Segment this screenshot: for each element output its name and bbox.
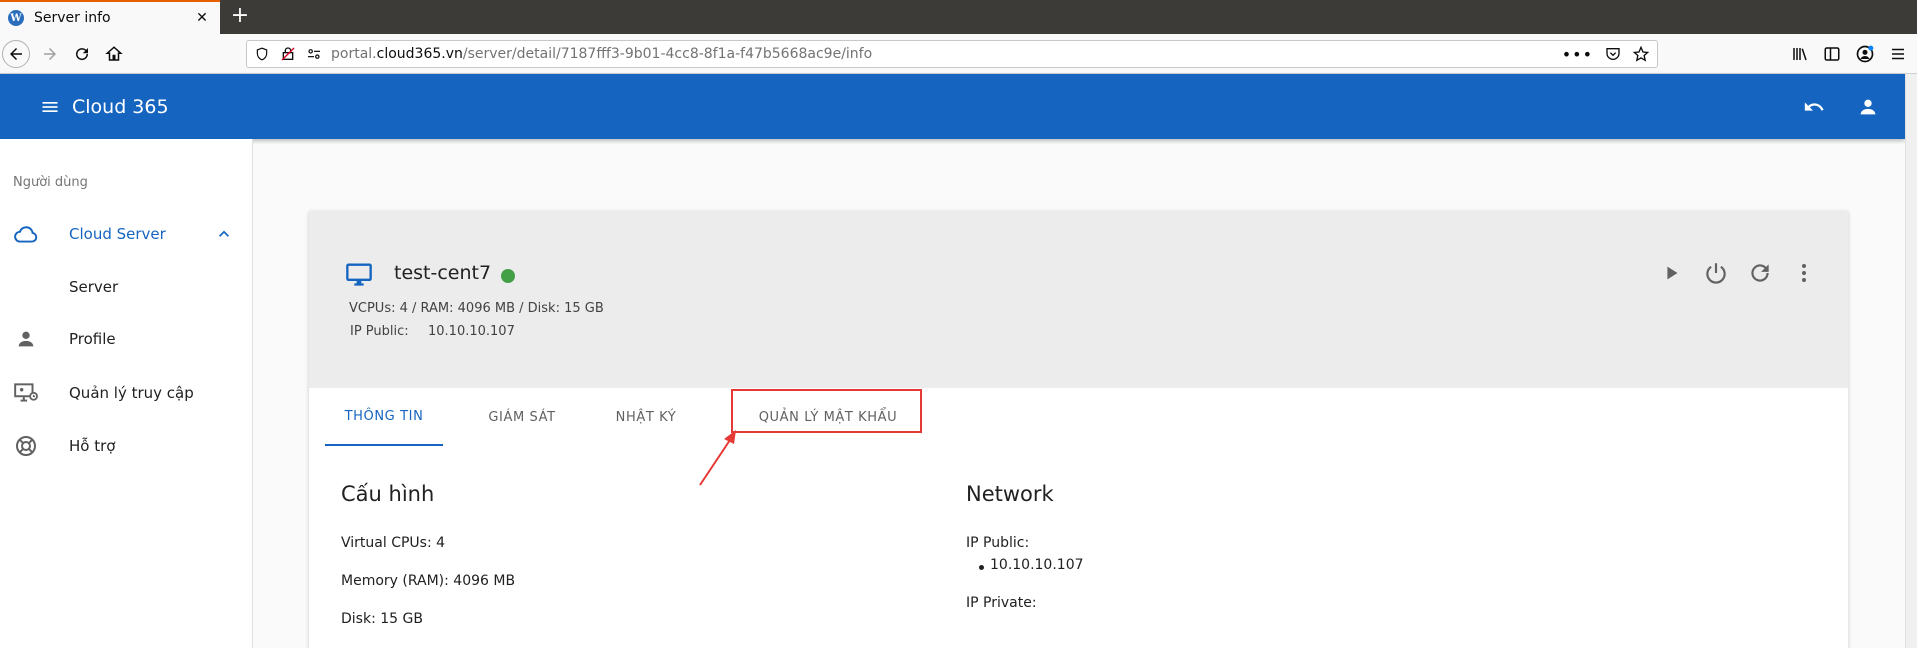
- sidebar-item-label: Profile: [69, 330, 116, 348]
- sidebar-item-label: Hỗ trợ: [69, 437, 116, 455]
- play-icon: [1667, 266, 1678, 280]
- server-name: test-cent7: [394, 262, 492, 284]
- home-button[interactable]: [100, 40, 128, 68]
- header-actions: [1799, 92, 1883, 122]
- config-cpus: Virtual CPUs: 4: [341, 535, 446, 551]
- library-icon[interactable]: [1791, 45, 1809, 63]
- network-ip-private-label: IP Private:: [966, 595, 1037, 611]
- undo-button[interactable]: [1799, 92, 1829, 122]
- sidebar-item-access-management[interactable]: Quản lý truy cập: [0, 371, 253, 415]
- cloud-icon: [12, 220, 40, 248]
- menu-button[interactable]: [36, 93, 64, 121]
- bookmark-star-icon[interactable]: [1633, 46, 1649, 62]
- page-actions-icon[interactable]: •••: [1562, 45, 1593, 64]
- shield-icon[interactable]: [251, 43, 273, 65]
- reload-button[interactable]: [68, 40, 96, 68]
- refresh-icon: [1751, 264, 1769, 282]
- more-options-button[interactable]: [1789, 258, 1819, 288]
- tab-logs[interactable]: NHẬT KÝ: [587, 388, 705, 446]
- server-spec: VCPUs: 4 / RAM: 4096 MB / Disk: 15 GB: [349, 301, 604, 316]
- insecure-lock-icon[interactable]: [277, 43, 299, 65]
- arrow-left-icon: [10, 48, 22, 60]
- start-button[interactable]: [1657, 258, 1687, 288]
- sidebar-item-server[interactable]: Server: [0, 265, 253, 309]
- app-header: Cloud 365: [0, 74, 1905, 139]
- tab-monitoring[interactable]: GIÁM SÁT: [463, 388, 581, 446]
- server-actions: [1657, 258, 1819, 288]
- server-summary-header: test-cent7 VCPUs: 4 / RAM: 4096 MB / Dis…: [309, 211, 1848, 388]
- new-tab-button[interactable]: +: [228, 5, 252, 29]
- sidebar-item-cloud-server[interactable]: Cloud Server: [0, 212, 253, 256]
- sidebar-item-profile[interactable]: Profile: [0, 317, 253, 361]
- list-bullet: [979, 565, 984, 570]
- monitor-icon: [346, 263, 372, 286]
- power-icon: [1706, 263, 1726, 284]
- lifebuoy-icon: [12, 432, 40, 460]
- server-detail-card: test-cent7 VCPUs: 4 / RAM: 4096 MB / Dis…: [309, 211, 1848, 648]
- tab-info[interactable]: THÔNG TIN: [325, 388, 443, 446]
- tab-password-management[interactable]: QUẢN LÝ MẬT KHẨU: [733, 388, 923, 446]
- close-tab-icon[interactable]: ✕: [192, 10, 212, 26]
- sidebar-toggle-icon[interactable]: [1823, 45, 1841, 63]
- home-icon: [105, 46, 123, 61]
- monitor-access-icon: [12, 379, 40, 407]
- undo-icon: [1804, 102, 1824, 111]
- arrow-right-icon: [44, 48, 56, 60]
- person-icon: [12, 325, 40, 353]
- browser-navbar: portal.cloud365.vn/server/detail/7187fff…: [0, 34, 1917, 74]
- server-ip-label: IP Public:: [350, 324, 409, 339]
- menu-icon: [42, 101, 58, 112]
- sidebar-item-label: Quản lý truy cập: [69, 384, 194, 402]
- tab-title: Server info: [34, 10, 111, 26]
- url-bar[interactable]: portal.cloud365.vn/server/detail/7187fff…: [246, 40, 1658, 68]
- url-path: /server/detail/7187fff3-9b01-4cc8-8f1a-f…: [462, 46, 873, 62]
- pocket-icon[interactable]: [1605, 46, 1621, 62]
- network-ip-public-value: 10.10.10.107: [990, 557, 1084, 573]
- person-icon: [1860, 99, 1876, 115]
- reload-icon: [76, 48, 89, 61]
- forward-button[interactable]: [36, 40, 64, 68]
- reboot-button[interactable]: [1745, 258, 1775, 288]
- url-actions: •••: [1562, 45, 1657, 64]
- chevron-up-icon[interactable]: [214, 224, 234, 244]
- wordpress-favicon-icon: W: [8, 10, 24, 26]
- sidebar-item-support[interactable]: Hỗ trợ: [0, 424, 253, 468]
- sidebar-item-label: Server: [69, 278, 119, 296]
- hamburger-menu-icon[interactable]: [1889, 45, 1907, 63]
- status-indicator: [501, 269, 515, 283]
- config-memory: Memory (RAM): 4096 MB: [341, 573, 516, 589]
- power-button[interactable]: [1701, 258, 1731, 288]
- url-text[interactable]: portal.cloud365.vn/server/detail/7187fff…: [331, 46, 1562, 62]
- network-ip-public-label: IP Public:: [966, 535, 1030, 551]
- user-account-button[interactable]: [1853, 92, 1883, 122]
- sidebar-section-title: Người dùng: [13, 175, 88, 190]
- config-title: Cấu hình: [341, 482, 435, 506]
- config-disk: Disk: 15 GB: [341, 611, 423, 627]
- browser-tab-strip: W Server info ✕ +: [0, 0, 1917, 34]
- browser-tab[interactable]: W Server info ✕: [0, 0, 220, 34]
- network-title: Network: [966, 482, 1054, 506]
- sidebar-item-label: Cloud Server: [69, 225, 166, 243]
- browser-toolbar-right: [1791, 40, 1907, 68]
- url-prefix: portal.: [331, 46, 377, 62]
- permissions-icon[interactable]: [303, 43, 325, 65]
- page-scrollbar[interactable]: [1905, 74, 1917, 648]
- server-ip-value: 10.10.10.107: [428, 324, 515, 339]
- app-title: Cloud 365: [72, 95, 169, 118]
- back-button[interactable]: [2, 40, 30, 68]
- more-vertical-icon: [1802, 264, 1806, 282]
- sidebar: Người dùng Cloud Server Server Profile Q…: [0, 139, 253, 648]
- account-icon[interactable]: [1855, 44, 1875, 64]
- detail-tabs: THÔNG TIN GIÁM SÁT NHẬT KÝ QUẢN LÝ MẬT K…: [325, 388, 1825, 448]
- url-domain: cloud365.vn: [376, 46, 463, 62]
